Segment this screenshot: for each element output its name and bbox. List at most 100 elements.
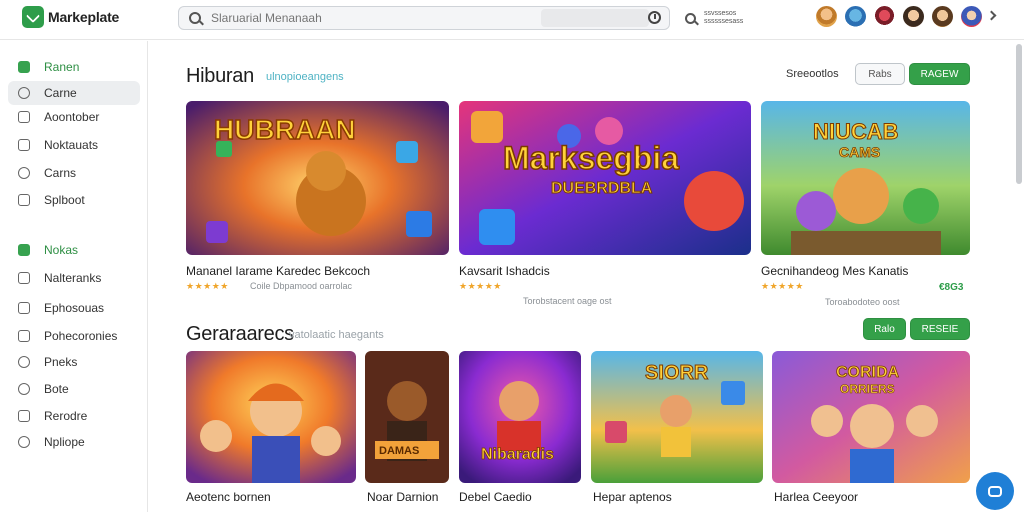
sidebar-item-14[interactable]: Npliope xyxy=(8,430,140,454)
sidebar-item-label: Ephosouas xyxy=(44,301,105,315)
table-icon xyxy=(18,410,30,422)
sidebar-item-8[interactable]: Nalteranks xyxy=(8,266,140,290)
sidebar-item-5[interactable]: Carns xyxy=(8,161,140,185)
game-title[interactable]: Kavsarit Ishadcis xyxy=(459,264,550,278)
section-subtitle[interactable]: vatolaatic haegants xyxy=(289,329,384,341)
rating-stars: ★★★★★ xyxy=(761,281,804,291)
game-title[interactable]: Hepar aptenos xyxy=(593,490,672,504)
game-title[interactable]: Debel Caedio xyxy=(459,490,532,504)
sidebar-item-label: Rerodre xyxy=(44,409,88,423)
search-icon xyxy=(189,12,201,24)
main-content: Hiburan ulnopioeangens Sreeootlos Rabs R… xyxy=(149,41,1024,512)
game-thumbnail[interactable]: NIUCAB CAMS xyxy=(761,101,970,255)
list-icon xyxy=(18,272,30,284)
sidebar-item-label: Nokas xyxy=(44,243,79,257)
circle-icon xyxy=(18,383,30,395)
sidebar-item-label: Bote xyxy=(44,382,69,396)
logo[interactable]: Markeplate xyxy=(22,6,119,28)
logo-icon xyxy=(22,6,44,28)
sidebar-item-label: Pneks xyxy=(44,355,78,369)
avatar[interactable] xyxy=(932,6,953,27)
sidebar-item-12[interactable]: Bote xyxy=(8,377,140,401)
search-input[interactable] xyxy=(211,11,531,25)
search-filter-area[interactable] xyxy=(541,9,649,27)
game-thumbnail[interactable]: SIORR xyxy=(591,351,763,483)
sidebar-item-game[interactable]: Carne xyxy=(8,81,140,105)
svg-text:DAMAS: DAMAS xyxy=(379,445,419,457)
drop-icon xyxy=(18,436,30,448)
top-bar: Markeplate ssvssesos ssssssesass xyxy=(0,0,1024,40)
game-meta: Coile Dbpamood oarrolac xyxy=(250,281,353,291)
game-price: €8G3 xyxy=(939,282,964,293)
sidebar-item-4[interactable]: Noktauats xyxy=(8,133,140,157)
search-icon xyxy=(685,12,696,24)
doc-icon xyxy=(18,302,30,314)
search-bar[interactable] xyxy=(178,6,670,30)
game-title[interactable]: Noar Darnion xyxy=(367,490,438,504)
game-meta: Torobstacent oage ost xyxy=(523,296,612,306)
sidebar-item-13[interactable]: Rerodre xyxy=(8,404,140,428)
sidebar-item-label: Npliope xyxy=(44,435,85,449)
chat-button[interactable] xyxy=(976,472,1014,510)
section-header-label: Sreeootlos xyxy=(786,68,839,80)
sidebar-item-3[interactable]: Aoontober xyxy=(8,105,140,129)
svg-text:Nibaradis: Nibaradis xyxy=(481,446,554,463)
filter-button[interactable]: Ralo xyxy=(863,318,906,340)
game-title[interactable]: Mananel Iarame Karedec Bekcoch xyxy=(186,264,370,278)
svg-text:CAMS: CAMS xyxy=(839,144,880,160)
game-meta: Toroabodoteo oost xyxy=(825,297,900,307)
sidebar-item-label: Carns xyxy=(44,166,77,180)
avatar[interactable] xyxy=(845,6,866,27)
chart-icon xyxy=(18,244,30,256)
game-thumbnail[interactable] xyxy=(186,351,356,483)
sidebar-item-label: Ranen xyxy=(44,60,80,74)
folder-icon xyxy=(18,139,30,151)
filter-button[interactable]: Rabs xyxy=(855,63,905,85)
section-subtitle[interactable]: ulnopioeangens xyxy=(266,71,344,83)
svg-text:Marksegbia: Marksegbia xyxy=(503,140,679,176)
svg-text:ORRIERS: ORRIERS xyxy=(840,382,895,396)
avatar[interactable] xyxy=(903,6,924,27)
secondary-search-label: ssvssesos ssssssesass xyxy=(704,10,744,25)
game-thumbnail[interactable]: DAMAS xyxy=(365,351,449,483)
pin-icon xyxy=(18,356,30,368)
rating-stars: ★★★★★ xyxy=(459,281,502,291)
sidebar-item-6[interactable]: Splboot xyxy=(8,188,140,212)
game-thumbnail[interactable]: CORIDA ORRIERS xyxy=(772,351,970,483)
svg-text:NIUCAB: NIUCAB xyxy=(813,119,899,144)
scrollbar-thumb[interactable] xyxy=(1016,44,1022,184)
sidebar-item-7[interactable]: Nokas xyxy=(8,238,140,262)
section-title: Hiburan xyxy=(186,65,254,87)
game-thumbnail[interactable]: Marksegbia DUEBRDBLA xyxy=(459,101,751,255)
game-title[interactable]: Aeotenc bornen xyxy=(186,490,271,504)
sidebar-item-label: Splboot xyxy=(44,193,85,207)
chevron-right-icon[interactable] xyxy=(986,10,997,21)
sidebar-item-label: Aoontober xyxy=(44,110,100,124)
avatar[interactable] xyxy=(874,6,895,27)
game-thumbnail[interactable]: HUBRAAN xyxy=(186,101,449,255)
svg-text:DUEBRDBLA: DUEBRDBLA xyxy=(551,180,653,197)
game-thumbnail[interactable]: Nibaradis xyxy=(459,351,581,483)
avatar[interactable] xyxy=(961,6,982,27)
history-icon[interactable] xyxy=(648,11,661,24)
grid-icon xyxy=(18,111,30,123)
home-icon xyxy=(18,61,30,73)
game-title[interactable]: Gecnihandeog Mes Kanatis xyxy=(761,264,908,278)
sidebar-item-10[interactable]: Pohecoronies xyxy=(8,324,140,348)
app-window: Markeplate ssvssesos ssssssesass Ranen C… xyxy=(0,0,1024,512)
avatar[interactable] xyxy=(816,6,837,27)
game-title[interactable]: Harlea Ceeyoor xyxy=(774,490,858,504)
secondary-search[interactable]: ssvssesos ssssssesass xyxy=(685,10,746,26)
rating-stars: ★★★★★ xyxy=(186,281,229,291)
sidebar-item-home[interactable]: Ranen xyxy=(8,55,140,79)
view-all-button[interactable]: RAGEW xyxy=(909,63,970,85)
sidebar-item-label: Noktauats xyxy=(44,138,99,152)
view-all-button[interactable]: RESEIE xyxy=(910,318,970,340)
sidebar-item-9[interactable]: Ephosouas xyxy=(8,296,140,320)
sidebar-item-11[interactable]: Pneks xyxy=(8,350,140,374)
sidebar-item-label: Pohecoronies xyxy=(44,329,118,343)
svg-text:CORIDA: CORIDA xyxy=(836,364,900,381)
app-title: Markeplate xyxy=(48,9,120,25)
sidebar-item-label: Nalteranks xyxy=(44,271,102,285)
tag-icon xyxy=(18,167,30,179)
